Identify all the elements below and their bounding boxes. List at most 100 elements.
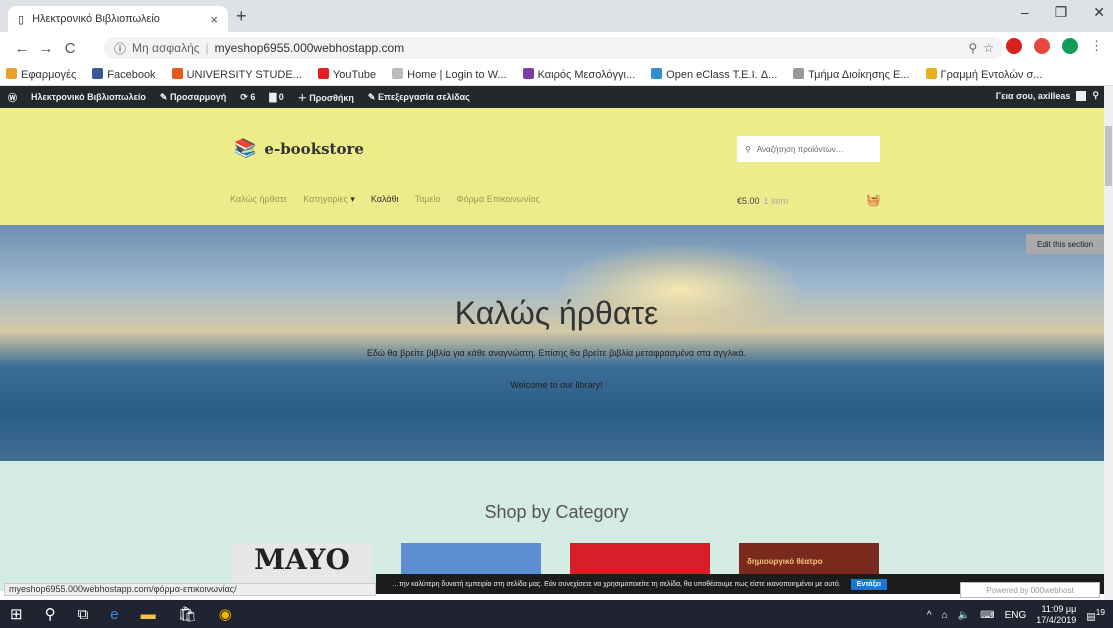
scrollbar-thumb[interactable] (1105, 126, 1112, 186)
bookmark-label: Εφαρμογές (21, 69, 77, 81)
network-icon[interactable]: ⌂ (942, 610, 948, 621)
task-view-icon[interactable]: ⧉ (78, 606, 89, 623)
bookmark-item[interactable]: Γραμμή Εντολών σ... (925, 68, 1043, 81)
forward-button[interactable]: → (34, 40, 58, 57)
cookie-accept-button[interactable]: Εντάξει (850, 578, 887, 590)
nav-categories-label: Κατηγορίες (303, 194, 348, 204)
bookmark-icon (925, 68, 937, 79)
bookmark-icon (522, 68, 534, 79)
wp-updates-count: 6 (250, 91, 256, 102)
keyboard-icon[interactable]: ⌨ (980, 610, 994, 621)
system-tray: ^ ⌂ 🔈 ⌨ ENG 11:09 μμ 17/4/2019 ▤19 (927, 604, 1105, 626)
folder-icon[interactable]: ▬ (141, 606, 156, 623)
cookie-text: …την καλύτερη δυνατή εμπειρία στη σελίδα… (392, 580, 841, 588)
back-button[interactable]: ← (10, 40, 34, 57)
zoom-icon[interactable]: ⚲ (968, 41, 977, 55)
search-icon[interactable]: ⚲ (1092, 90, 1099, 101)
nav-welcome[interactable]: Καλώς ήρθατε (230, 194, 287, 205)
cart-items: 1 item (763, 196, 789, 206)
notification-icon[interactable]: ▤19 (1086, 607, 1105, 622)
hero-banner (0, 225, 1104, 461)
basket-icon[interactable]: 🧺 (866, 193, 881, 207)
reload-button[interactable]: C (58, 40, 82, 57)
start-icon[interactable]: ⊞ (10, 605, 23, 623)
info-icon[interactable]: ⓘ (114, 40, 126, 57)
bookmark-item[interactable]: UNIVERSITY STUDE... (171, 68, 302, 81)
bookmark-icon (317, 68, 329, 79)
avatar (1076, 90, 1087, 101)
security-label: Μη ασφαλής (132, 41, 200, 55)
star-icon[interactable]: ☆ (983, 41, 994, 55)
close-window-button[interactable]: ✕ (1093, 4, 1105, 21)
wp-account[interactable]: Γεια σου, axilleas ⚲ (996, 90, 1099, 101)
avatar[interactable] (1062, 38, 1078, 54)
chrome-icon[interactable]: ◉ (219, 605, 232, 623)
clock-date: 17/4/2019 (1036, 615, 1077, 625)
bookmark-label: Open eClass T.E.I. Δ... (666, 69, 778, 81)
minimize-button[interactable]: – (1021, 4, 1029, 21)
bookmark-label: Home | Login to W... (407, 69, 507, 81)
wp-edit-page-link[interactable]: ✎ Επεξεργασία σελίδας (368, 92, 470, 103)
bookmark-item[interactable]: Open eClass T.E.I. Δ... (651, 68, 777, 81)
nav-categories[interactable]: Κατηγορίες ▾ (303, 194, 355, 205)
site-logo[interactable]: 📚 e-bookstore (234, 138, 364, 159)
menu-icon[interactable]: ⋮ (1090, 38, 1103, 54)
bookmark-icon (92, 68, 104, 79)
edge-icon[interactable]: e (110, 606, 118, 623)
store-icon[interactable]: 🛍 (178, 605, 197, 623)
notification-count: 19 (1095, 607, 1105, 618)
wp-comments[interactable]: ▇ 0 (269, 92, 283, 103)
wp-updates[interactable]: ⟳ 6 (240, 92, 255, 103)
nav-cart[interactable]: Καλάθι (371, 194, 399, 205)
wp-admin-bar: Ⓦ Ηλεκτρονικό Βιβλιοπωλείο ✎ Προσαρμογή … (0, 86, 1104, 108)
language-indicator[interactable]: ENG (1005, 610, 1027, 621)
bookmark-icon (793, 68, 805, 79)
nav-contact[interactable]: Φόρμα Επικοινωνίας (457, 194, 540, 205)
edit-section-button[interactable]: Edit this section (1026, 234, 1104, 254)
clock[interactable]: 11:09 μμ 17/4/2019 (1036, 604, 1076, 626)
search-placeholder: Αναζήτηση προϊόντων… (756, 144, 844, 154)
cart-summary[interactable]: €5.00 1 item (737, 196, 788, 206)
chevron-up-icon[interactable]: ^ (927, 610, 932, 621)
nav-checkout[interactable]: Ταμείο (415, 194, 441, 205)
wordpress-icon[interactable]: Ⓦ (8, 91, 17, 104)
bookmark-item[interactable]: YouTube (317, 68, 376, 81)
bookmark-item[interactable]: Καιρός Μεσολόγγι... (522, 68, 636, 81)
bookmark-label: Τμήμα Διοίκησης Ε... (808, 69, 910, 81)
clock-time: 11:09 μμ (1041, 604, 1077, 614)
separator: | (205, 41, 209, 55)
new-tab-button[interactable]: + (236, 6, 247, 27)
bookmark-item[interactable]: Home | Login to W... (392, 68, 507, 81)
product-search-input[interactable]: ⚲ Αναζήτηση προϊόντων… (737, 136, 880, 162)
volume-icon[interactable]: 🔈 (958, 610, 970, 621)
opera-icon[interactable] (1006, 38, 1022, 54)
maximize-button[interactable]: ❐ (1055, 4, 1068, 21)
wp-comments-count: 0 (278, 91, 284, 102)
search-icon[interactable]: ⚲ (45, 605, 56, 623)
powered-badge[interactable]: Powered by 000webhost (960, 582, 1100, 598)
hero-subtitle: Εδώ θα βρείτε βιβλία για κάθε αναγνώστη.… (366, 348, 747, 358)
search-icon: ⚲ (745, 144, 751, 154)
book-stack-icon: 📚 (234, 138, 257, 159)
bookmark-label: Καιρός Μεσολόγγι... (537, 69, 636, 81)
window-controls: – ❐ ✕ (1021, 4, 1105, 21)
hero-welcome: Welcome to our library! (510, 380, 603, 390)
url-text: myeshop6955.000webhostapp.com (214, 41, 405, 55)
wp-customize-link[interactable]: ✎ Προσαρμογή (160, 92, 226, 103)
address-bar[interactable]: ⓘ Μη ασφαλής | myeshop6955.000webhostapp… (104, 37, 1004, 59)
bookmark-icon (392, 68, 404, 79)
category-card-text: δημιουργικό θέατρο (747, 557, 823, 566)
logo-text: e-bookstore (264, 139, 364, 158)
extensions: ⋮ (1006, 38, 1103, 54)
bookmark-item[interactable]: Τμήμα Διοίκησης Ε... (793, 68, 910, 81)
close-tab-icon[interactable]: × (210, 12, 218, 27)
wp-site-link[interactable]: Ηλεκτρονικό Βιβλιοπωλείο (31, 92, 146, 102)
wp-new-link[interactable]: ＋ Προσθήκη (298, 91, 354, 104)
bookmark-item[interactable]: Facebook (92, 68, 156, 81)
adblock-icon[interactable] (1034, 38, 1050, 54)
browser-tab[interactable]: ▯ Ηλεκτρονικό Βιβλιοπωλείο × (8, 6, 228, 32)
wp-new-label: Προσθήκη (309, 92, 354, 103)
bookmark-label: Γραμμή Εντολών σ... (940, 69, 1043, 81)
bookmark-item[interactable]: Εφαρμογές (6, 68, 76, 81)
hero-title: Καλώς ήρθατε (454, 295, 659, 331)
